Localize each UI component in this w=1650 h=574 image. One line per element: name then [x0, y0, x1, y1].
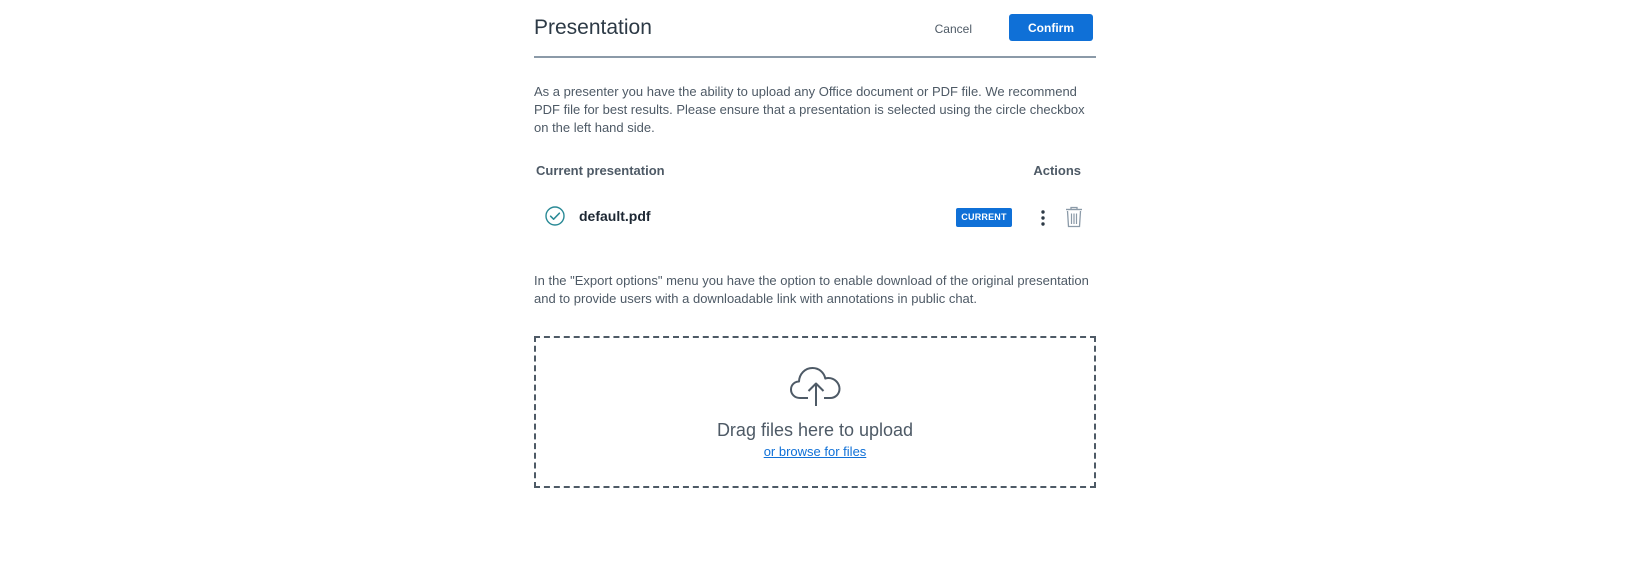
trash-icon[interactable]	[1064, 206, 1084, 228]
check-circle-icon[interactable]	[544, 205, 566, 227]
modal-title: Presentation	[534, 16, 652, 39]
presentation-modal: Presentation Cancel Confirm As a present…	[534, 0, 1096, 488]
column-actions: Actions	[1033, 163, 1081, 178]
intro-text: As a presenter you have the ability to u…	[534, 84, 1085, 135]
browse-files-link[interactable]: or browse for files	[764, 444, 867, 459]
export-options-text: In the "Export options" menu you have th…	[534, 273, 1089, 306]
presentation-row: default.pdf CURRENT	[534, 198, 1096, 236]
column-current-presentation: Current presentation	[536, 163, 665, 178]
file-dropzone[interactable]: Drag files here to upload or browse for …	[534, 336, 1096, 488]
modal-header: Presentation Cancel Confirm	[534, 0, 1096, 58]
presentation-filename: default.pdf	[579, 208, 651, 224]
confirm-button[interactable]: Confirm	[1009, 14, 1093, 41]
current-badge: CURRENT	[956, 208, 1012, 227]
cloud-upload-icon	[789, 362, 843, 408]
dropzone-title: Drag files here to upload	[716, 420, 914, 440]
browse-files-container: or browse for files	[536, 444, 1094, 459]
presentation-table-header: Current presentation Actions	[536, 163, 1081, 178]
more-vertical-icon[interactable]	[1036, 207, 1050, 229]
cancel-button[interactable]: Cancel	[931, 20, 976, 38]
